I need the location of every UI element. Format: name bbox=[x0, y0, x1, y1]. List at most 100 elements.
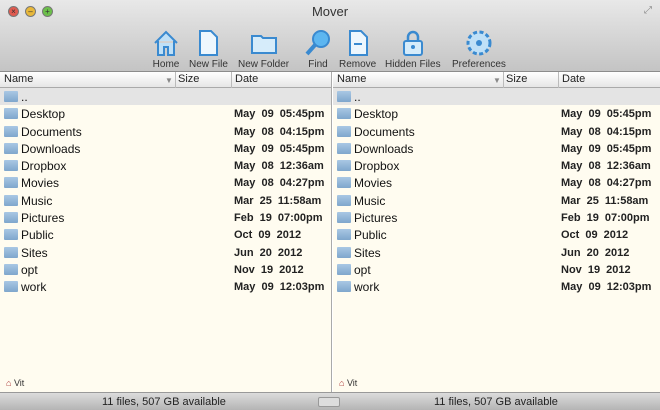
folder-icon bbox=[337, 91, 351, 102]
name-column-header[interactable]: Name bbox=[337, 73, 366, 85]
file-date: Nov 19 2012 bbox=[561, 263, 631, 276]
toolbar-new-folder-button[interactable]: New Folder bbox=[238, 28, 289, 70]
file-name: Documents bbox=[354, 124, 415, 139]
file-name: Documents bbox=[21, 124, 82, 139]
file-row[interactable]: Music Mar 25 11:58am bbox=[0, 192, 331, 209]
file-row[interactable]: Desktop May 09 05:45pm bbox=[0, 105, 331, 122]
file-name: Public bbox=[354, 228, 387, 243]
folder-icon bbox=[337, 281, 351, 293]
toolbar-preferences-button[interactable]: Preferences bbox=[452, 28, 506, 70]
file-name: work bbox=[354, 280, 380, 295]
file-date: Nov 19 2012 bbox=[234, 263, 304, 276]
file-row[interactable]: Dropbox May 08 12:36am bbox=[0, 157, 331, 174]
size-column-header[interactable]: Size bbox=[506, 73, 527, 85]
file-row[interactable]: opt Nov 19 2012 bbox=[0, 261, 331, 278]
column-header: Name ▼ Size Date bbox=[0, 72, 331, 88]
file-row[interactable]: Sites Jun 20 2012 bbox=[333, 244, 660, 261]
file-row[interactable]: Downloads May 09 05:45pm bbox=[0, 140, 331, 157]
folder-icon bbox=[4, 212, 18, 224]
folder-icon bbox=[337, 212, 351, 224]
file-row[interactable]: work May 09 12:03pm bbox=[333, 278, 660, 295]
folder-icon bbox=[4, 246, 18, 258]
new-file-icon bbox=[199, 30, 219, 56]
file-date: May 08 04:27pm bbox=[234, 177, 325, 190]
file-name: Movies bbox=[21, 176, 60, 191]
folder-icon bbox=[4, 229, 18, 241]
sort-arrow-icon: ▼ bbox=[165, 76, 173, 85]
sort-arrow-icon: ▼ bbox=[493, 76, 501, 85]
name-column-header[interactable]: Name bbox=[4, 73, 33, 85]
folder-icon bbox=[4, 142, 18, 154]
file-date: May 08 04:27pm bbox=[561, 177, 652, 190]
file-name: Dropbox bbox=[354, 159, 400, 174]
folder-icon bbox=[4, 263, 18, 275]
file-name: Music bbox=[354, 193, 386, 208]
folder-icon bbox=[337, 263, 351, 275]
folder-icon bbox=[337, 142, 351, 154]
folder-icon bbox=[337, 125, 351, 137]
file-row[interactable]: Public Oct 09 2012 bbox=[0, 226, 331, 243]
file-row[interactable]: Music Mar 25 11:58am bbox=[333, 192, 660, 209]
split-handle[interactable] bbox=[318, 397, 340, 407]
file-row[interactable]: .. bbox=[333, 88, 660, 106]
folder-icon bbox=[4, 194, 18, 206]
folder-icon bbox=[337, 160, 351, 172]
folder-icon bbox=[337, 246, 351, 258]
file-date: May 08 12:36am bbox=[561, 160, 651, 173]
file-row[interactable]: opt Nov 19 2012 bbox=[333, 261, 660, 278]
file-name: Dropbox bbox=[21, 159, 67, 174]
file-date: May 09 12:03pm bbox=[234, 281, 325, 294]
file-row[interactable]: Dropbox May 08 12:36am bbox=[333, 157, 660, 174]
file-row[interactable]: Movies May 08 04:27pm bbox=[333, 174, 660, 191]
file-name: Desktop bbox=[354, 107, 399, 122]
date-column-header[interactable]: Date bbox=[562, 73, 585, 85]
toolbar-home-button[interactable]: Home bbox=[151, 28, 181, 70]
file-name: Sites bbox=[21, 245, 48, 260]
home-icon: ⌂ bbox=[339, 378, 345, 388]
file-row[interactable]: Pictures Feb 19 07:00pm bbox=[333, 209, 660, 226]
lock-icon bbox=[402, 30, 423, 56]
file-date: May 08 12:36am bbox=[234, 160, 324, 173]
toolbar-hidden-files-button[interactable]: Hidden Files bbox=[385, 28, 441, 70]
toolbar-label: Remove bbox=[339, 59, 377, 70]
file-name: .. bbox=[21, 90, 28, 104]
file-row[interactable]: Downloads May 09 05:45pm bbox=[333, 140, 660, 157]
home-icon bbox=[154, 30, 178, 56]
title-bar: × – + Mover ⤢ Home New File New Folder Find… bbox=[0, 0, 660, 72]
gear-icon bbox=[466, 30, 492, 56]
date-column-header[interactable]: Date bbox=[235, 73, 258, 85]
file-row[interactable]: Public Oct 09 2012 bbox=[333, 226, 660, 243]
file-date: Feb 19 07:00pm bbox=[234, 212, 323, 225]
file-name: Downloads bbox=[21, 141, 81, 156]
file-row[interactable]: Movies May 08 04:27pm bbox=[0, 174, 331, 191]
toolbar-label: Hidden Files bbox=[385, 59, 441, 70]
left-pane: Name ▼ Size Date.. Desktop May 09 05:45pm Docu… bbox=[0, 72, 332, 392]
path-breadcrumb[interactable]: ⌂ Vit bbox=[6, 378, 24, 388]
file-row[interactable]: Desktop May 09 05:45pm bbox=[333, 105, 660, 122]
file-row[interactable]: Documents May 08 04:15pm bbox=[333, 123, 660, 140]
file-row[interactable]: Sites Jun 20 2012 bbox=[0, 244, 331, 261]
file-date: May 09 05:45pm bbox=[234, 142, 325, 155]
file-row[interactable]: .. bbox=[0, 88, 331, 106]
file-name: Pictures bbox=[21, 211, 65, 226]
fullscreen-icon[interactable]: ⤢ bbox=[644, 5, 652, 16]
file-row[interactable]: Documents May 08 04:15pm bbox=[0, 123, 331, 140]
file-date: May 09 12:03pm bbox=[561, 281, 652, 294]
folder-icon bbox=[4, 177, 18, 189]
toolbar-remove-button[interactable]: Remove bbox=[339, 28, 376, 70]
toolbar-new-file-button[interactable]: New File bbox=[189, 28, 228, 70]
file-date: Mar 25 11:58am bbox=[234, 194, 322, 207]
file-row[interactable]: Pictures Feb 19 07:00pm bbox=[0, 209, 331, 226]
path-breadcrumb[interactable]: ⌂ Vit bbox=[339, 378, 357, 388]
file-name: Music bbox=[21, 193, 53, 208]
file-name: Sites bbox=[354, 245, 381, 260]
file-date: Oct 09 2012 bbox=[234, 229, 302, 242]
toolbar-label: New Folder bbox=[238, 59, 290, 70]
file-name: Pictures bbox=[354, 211, 398, 226]
file-name: opt bbox=[21, 262, 38, 277]
size-column-header[interactable]: Size bbox=[178, 73, 199, 85]
file-row[interactable]: work May 09 12:03pm bbox=[0, 278, 331, 295]
file-name: opt bbox=[354, 262, 371, 277]
folder-icon bbox=[337, 177, 351, 189]
toolbar-find-button[interactable]: Find bbox=[303, 28, 333, 70]
